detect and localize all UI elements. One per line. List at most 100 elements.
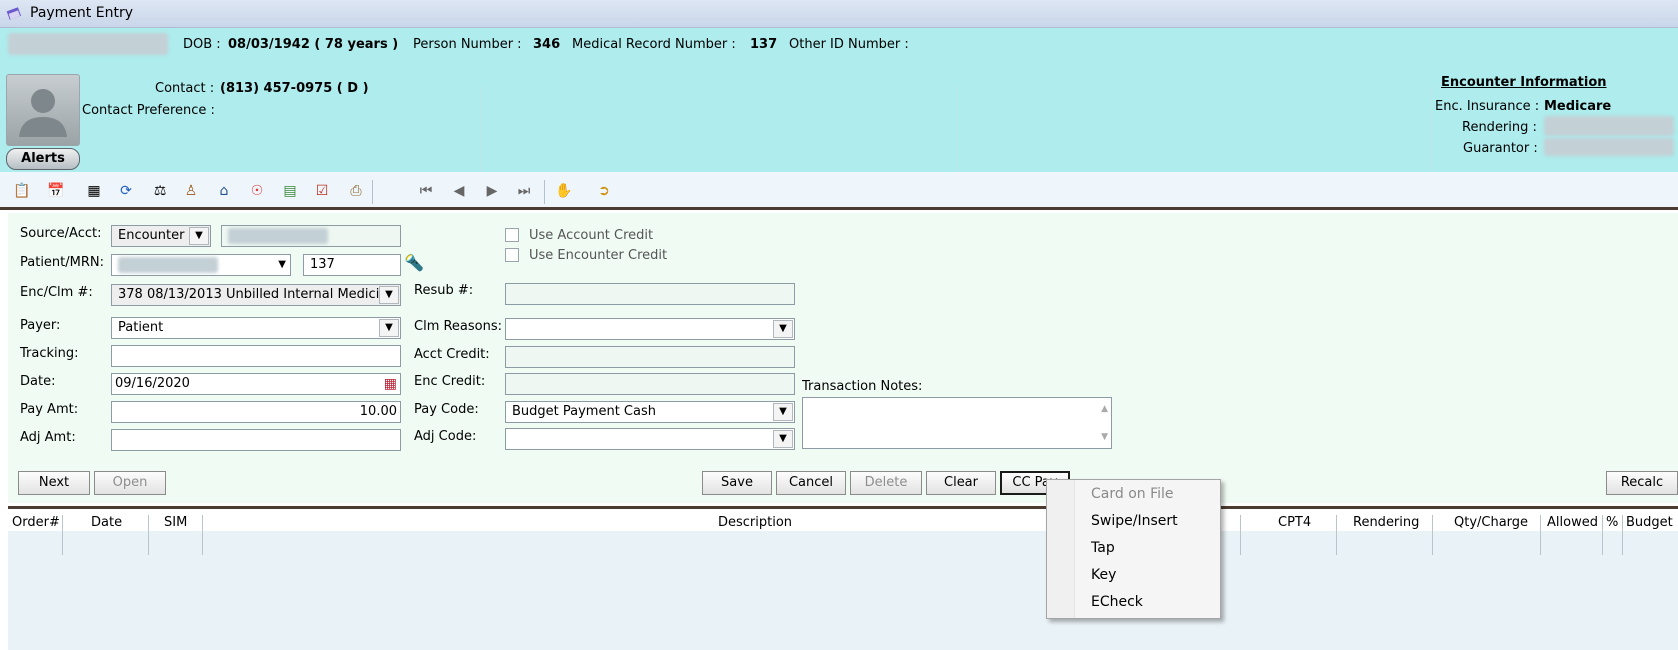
- patient-select[interactable]: ▼: [111, 254, 291, 276]
- scales-icon[interactable]: ⚖: [150, 181, 170, 201]
- source-select[interactable]: Encounter ▼: [111, 225, 211, 247]
- toolbar-separator: [372, 180, 373, 204]
- refresh-icon[interactable]: ⟳: [116, 181, 136, 201]
- clm-reasons-label: Clm Reasons:: [414, 319, 503, 334]
- table-icon[interactable]: ▦: [84, 181, 104, 201]
- person-silhouette-icon: [19, 89, 67, 137]
- adj-amt-input[interactable]: [111, 429, 401, 451]
- pay-amt-label: Pay Amt:: [20, 402, 79, 417]
- column-header[interactable]: CPT4: [1278, 515, 1311, 530]
- scroll-up-icon[interactable]: ▲: [1101, 399, 1108, 419]
- pay-code-select[interactable]: Budget Payment Cash ▼: [505, 401, 795, 423]
- column-header[interactable]: Description: [718, 515, 792, 530]
- next-button[interactable]: Next: [18, 471, 90, 495]
- rendering-redacted: [1544, 116, 1674, 136]
- payer-select[interactable]: Patient ▼: [111, 317, 401, 339]
- adj-code-label: Adj Code:: [414, 429, 477, 444]
- column-header[interactable]: Allowed: [1547, 515, 1598, 530]
- menu-item-swipe-insert[interactable]: Swipe/Insert: [1091, 513, 1178, 529]
- charges-grid: Order# Date SIM Description CPT4 Renderi…: [8, 506, 1678, 650]
- guarantor-redacted: [1544, 138, 1674, 156]
- menu-item-key[interactable]: Key: [1091, 567, 1116, 583]
- chevron-down-icon[interactable]: ▼: [379, 319, 399, 337]
- rendering-label: Rendering :: [1462, 120, 1537, 135]
- acct-credit-label: Acct Credit:: [414, 347, 490, 362]
- contact-label: Contact :: [155, 81, 215, 96]
- menu-item-card-on-file[interactable]: Card on File: [1091, 486, 1174, 502]
- next-record-icon[interactable]: ▶: [482, 181, 502, 201]
- chevron-down-icon[interactable]: ▼: [773, 430, 793, 448]
- alerts-button[interactable]: Alerts: [6, 148, 80, 170]
- title-bar: Payment Entry: [0, 0, 1678, 28]
- chevron-down-icon[interactable]: ▼: [278, 255, 286, 275]
- scroll-down-icon[interactable]: ▼: [1101, 427, 1108, 447]
- clear-button[interactable]: Clear: [926, 471, 996, 495]
- pay-code-label: Pay Code:: [414, 402, 479, 417]
- use-account-credit-label: Use Account Credit: [529, 228, 654, 243]
- pay-code-select-value: Budget Payment Cash: [512, 404, 656, 419]
- guarantor-label: Guarantor :: [1463, 141, 1538, 156]
- menu-item-tap[interactable]: Tap: [1091, 540, 1115, 556]
- chevron-down-icon[interactable]: ▼: [379, 286, 399, 304]
- clm-reasons-select[interactable]: ▼: [505, 318, 795, 340]
- patient-redacted: [118, 257, 218, 273]
- column-header[interactable]: Order#: [12, 515, 60, 530]
- resub-input[interactable]: [505, 283, 795, 305]
- encounter-select-value: 378 08/13/2013 Unbilled Internal Medicin…: [118, 287, 396, 302]
- column-header[interactable]: Budget: [1626, 515, 1673, 530]
- transaction-notes-textarea[interactable]: ▲ ▼: [802, 397, 1112, 449]
- enc-credit-input[interactable]: [505, 373, 795, 395]
- last-record-icon[interactable]: ⏭: [514, 181, 534, 201]
- open-button[interactable]: Open: [94, 471, 166, 495]
- patient-photo[interactable]: [6, 74, 80, 146]
- tracking-input[interactable]: [111, 345, 401, 367]
- bank-icon[interactable]: ⌂: [214, 181, 234, 201]
- enc-credit-label: Enc Credit:: [414, 374, 486, 389]
- column-divider: [1622, 515, 1623, 555]
- delete-button[interactable]: Delete: [850, 471, 922, 495]
- app-icon: [6, 7, 22, 20]
- menu-item-echeck[interactable]: ECheck: [1091, 594, 1143, 610]
- lifebuoy-icon[interactable]: ☉: [247, 181, 267, 201]
- use-encounter-credit-label: Use Encounter Credit: [529, 248, 668, 263]
- chevron-down-icon[interactable]: ▼: [189, 227, 209, 245]
- column-header[interactable]: Rendering: [1353, 515, 1419, 530]
- column-header[interactable]: Date: [91, 515, 122, 530]
- mrn-input[interactable]: 137: [303, 254, 401, 276]
- transaction-notes-label: Transaction Notes:: [802, 379, 923, 394]
- people-icon[interactable]: ♙: [181, 181, 201, 201]
- recalc-button[interactable]: Recalc: [1606, 471, 1678, 495]
- calendar-icon[interactable]: ▦: [384, 374, 397, 394]
- printer-icon[interactable]: ⎙: [346, 181, 366, 201]
- hand-coins-icon[interactable]: ✋: [554, 181, 574, 201]
- flashlight-search-icon[interactable]: 🔦: [404, 253, 424, 272]
- adj-code-select[interactable]: ▼: [505, 428, 795, 450]
- encounter-select[interactable]: 378 08/13/2013 Unbilled Internal Medicin…: [111, 284, 401, 306]
- column-header[interactable]: %: [1606, 515, 1618, 530]
- first-record-icon[interactable]: ⏮: [416, 181, 436, 201]
- menu-gutter: [1047, 480, 1075, 618]
- chevron-down-icon[interactable]: ▼: [773, 320, 793, 338]
- column-header[interactable]: SIM: [164, 515, 187, 530]
- use-encounter-credit-checkbox[interactable]: [505, 248, 519, 262]
- prev-record-icon[interactable]: ◀: [449, 181, 469, 201]
- save-button[interactable]: Save: [702, 471, 772, 495]
- date-input[interactable]: 09/16/2020 ▦: [111, 373, 401, 395]
- pay-amt-input[interactable]: 10.00: [111, 401, 401, 423]
- encounter-information-title[interactable]: Encounter Information: [1441, 75, 1607, 90]
- contact-value: (813) 457-0975 ( D ): [220, 81, 369, 96]
- clipboard-icon[interactable]: 📋: [12, 181, 32, 201]
- column-header[interactable]: Qty/Charge: [1454, 515, 1528, 530]
- account-field[interactable]: [221, 225, 401, 247]
- calendar-grid-icon[interactable]: 📅: [46, 181, 66, 201]
- exit-door-icon[interactable]: ➲: [594, 181, 614, 201]
- use-account-credit-checkbox[interactable]: [505, 228, 519, 242]
- checklist-icon[interactable]: ☑: [312, 181, 332, 201]
- acct-credit-input[interactable]: [505, 346, 795, 368]
- payment-form: Source/Acct: Encounter ▼ Patient/MRN: ▼ …: [8, 213, 1678, 503]
- cancel-button[interactable]: Cancel: [776, 471, 846, 495]
- adj-amt-label: Adj Amt:: [20, 430, 76, 445]
- chevron-down-icon[interactable]: ▼: [773, 403, 793, 421]
- banner-divider: [480, 86, 481, 172]
- credit-card-icon[interactable]: ▤: [280, 181, 300, 201]
